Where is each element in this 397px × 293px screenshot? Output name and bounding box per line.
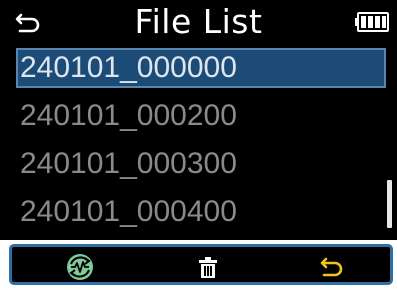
file-item[interactable]: 240101_000300 xyxy=(10,144,386,184)
file-list: 240101_000000 240101_000200 240101_00030… xyxy=(0,48,397,238)
header-bar: File List xyxy=(0,0,397,44)
file-item-selected[interactable]: 240101_000000 xyxy=(16,48,386,88)
trash-icon[interactable] xyxy=(197,253,219,281)
function-toolbar xyxy=(9,244,393,285)
back-arrow-icon[interactable] xyxy=(318,253,344,281)
scrollbar[interactable] xyxy=(387,180,392,228)
page-title: File List xyxy=(134,2,263,41)
battery-icon xyxy=(355,12,389,32)
waveform-sync-icon[interactable] xyxy=(65,253,95,281)
file-item[interactable]: 240101_000400 xyxy=(10,192,386,232)
file-item[interactable]: 240101_000200 xyxy=(10,96,386,136)
